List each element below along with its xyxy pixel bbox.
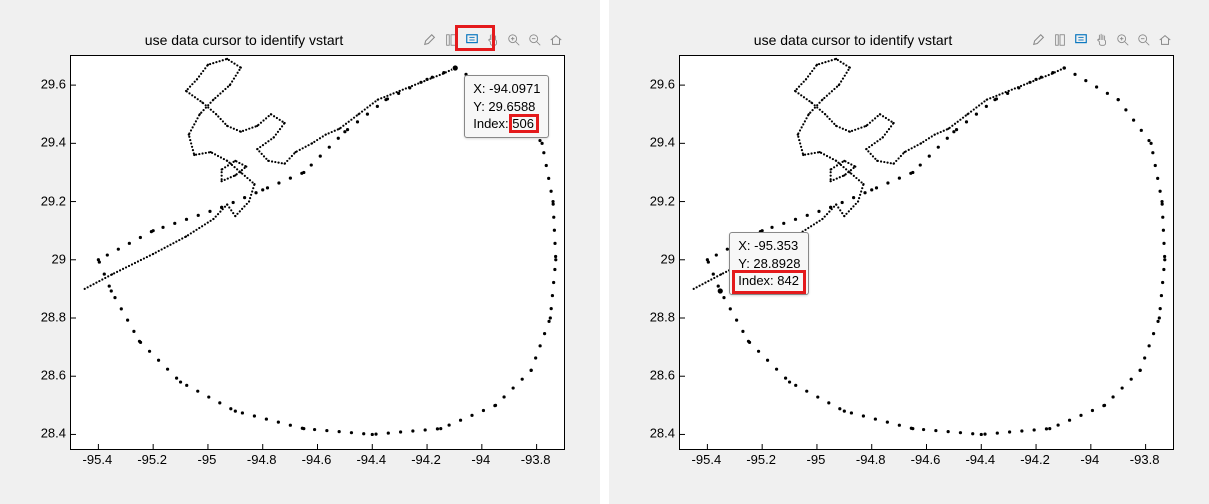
datatip-x: X: -94.0971	[473, 80, 540, 98]
ytick-label: 28.8	[41, 310, 66, 325]
ytick-label: 29.4	[41, 135, 66, 150]
xtick-label: -95.4	[83, 452, 113, 467]
xtick-label: -93.8	[1130, 452, 1160, 467]
figure-left: use data cursor to identify vstart X: -9…	[0, 0, 600, 504]
datatip-index-label: Index:	[738, 273, 773, 288]
title-row: use data cursor to identify vstart	[679, 28, 1174, 52]
xtick-label: -95	[198, 452, 217, 467]
figure-right: use data cursor to identify vstart X: -9…	[609, 0, 1209, 504]
ytick-label: 29.6	[41, 77, 66, 92]
xtick-label: -95.2	[746, 452, 776, 467]
ytick-label: 29.4	[650, 135, 675, 150]
title-row: use data cursor to identify vstart	[70, 28, 565, 52]
zoom-out-icon[interactable]	[526, 31, 544, 49]
pan-icon[interactable]	[484, 31, 502, 49]
pan-icon[interactable]	[1093, 31, 1111, 49]
datatip-index-value: 506	[512, 116, 534, 131]
xtick-label: -94	[471, 452, 490, 467]
xtick-label: -95.4	[692, 452, 722, 467]
zoom-out-icon[interactable]	[1135, 31, 1153, 49]
ytick-label: 28.4	[650, 426, 675, 441]
ytick-label: 28.8	[650, 310, 675, 325]
xtick-label: -94	[1080, 452, 1099, 467]
home-icon[interactable]	[547, 31, 565, 49]
zoom-in-icon[interactable]	[1114, 31, 1132, 49]
axes-title: use data cursor to identify vstart	[679, 32, 1027, 48]
axes-title: use data cursor to identify vstart	[70, 32, 418, 48]
ytick-label: 29.2	[650, 193, 675, 208]
datatip-index-row: Index: 842	[738, 272, 800, 290]
ytick-label: 29	[52, 251, 66, 266]
xtick-label: -94.2	[1020, 452, 1050, 467]
datatip-index-row: Index: 506	[473, 115, 540, 133]
xtick-label: -94.4	[356, 452, 386, 467]
xtick-label: -94.8	[247, 452, 277, 467]
datatip[interactable]: X: -95.353 Y: 28.8928 Index: 842	[729, 232, 809, 295]
xtick-label: -94.2	[411, 452, 441, 467]
ytick-label: 28.4	[41, 426, 66, 441]
zoom-in-icon[interactable]	[505, 31, 523, 49]
datacursor-icon[interactable]	[463, 31, 481, 49]
xtick-label: -93.8	[521, 452, 551, 467]
ytick-label: 29.2	[41, 193, 66, 208]
ytick-label: 29.6	[650, 77, 675, 92]
xtick-label: -95	[807, 452, 826, 467]
datatip-index-value: 842	[777, 273, 799, 288]
datatip-x: X: -95.353	[738, 237, 800, 255]
ytick-label: 29	[661, 251, 675, 266]
brush-icon[interactable]	[1030, 31, 1048, 49]
ytick-label: 28.6	[41, 368, 66, 383]
xtick-label: -94.6	[302, 452, 332, 467]
datatip-y: Y: 28.8928	[738, 255, 800, 273]
xtick-label: -95.2	[137, 452, 167, 467]
brush-icon[interactable]	[421, 31, 439, 49]
colorbar-icon[interactable]	[1051, 31, 1069, 49]
home-icon[interactable]	[1156, 31, 1174, 49]
xtick-label: -94.6	[911, 452, 941, 467]
datatip-y: Y: 29.6588	[473, 98, 540, 116]
colorbar-icon[interactable]	[442, 31, 460, 49]
datatip[interactable]: X: -94.0971 Y: 29.6588 Index: 506	[464, 75, 549, 138]
datacursor-icon[interactable]	[1072, 31, 1090, 49]
xtick-label: -94.4	[965, 452, 995, 467]
xtick-label: -94.8	[856, 452, 886, 467]
ytick-label: 28.6	[650, 368, 675, 383]
datatip-index-label: Index:	[473, 116, 508, 131]
